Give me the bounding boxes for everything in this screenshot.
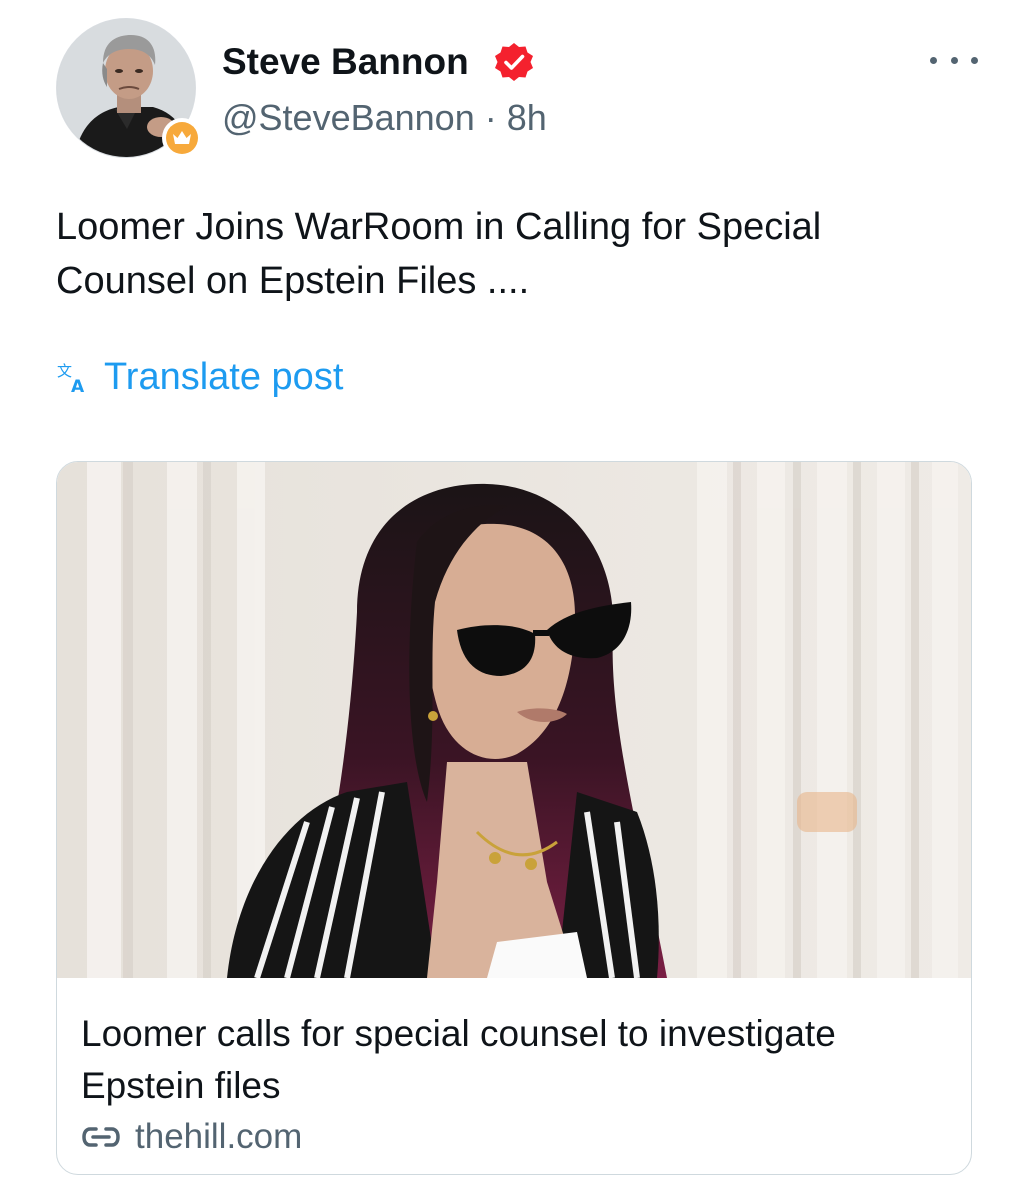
avatar[interactable] [56, 18, 202, 158]
more-horizontal-icon[interactable] [930, 44, 978, 76]
link-card[interactable]: Loomer calls for special counsel to inve… [56, 461, 972, 1175]
article-photo [57, 462, 971, 978]
post-text: Loomer Joins WarRoom in Calling for Spec… [56, 200, 956, 308]
link-card-title-line: Loomer calls for special counsel to inve… [81, 1013, 836, 1054]
translate-icon: 文 A [57, 362, 85, 395]
translate-post-label: Translate post [104, 356, 344, 398]
more-dot [930, 56, 937, 64]
more-dot [971, 56, 978, 64]
author-meta: @SteveBannon · 8h [222, 96, 547, 140]
verified-badge-icon[interactable] [492, 41, 536, 85]
link-card-domain-text: thehill.com [135, 1117, 303, 1156]
svg-text:文: 文 [57, 362, 72, 380]
post: Steve Bannon @SteveBannon · 8h Loomer Jo… [0, 0, 1028, 1200]
link-card-title: Loomer calls for special counsel to inve… [81, 1008, 951, 1112]
post-timestamp[interactable]: 8h [507, 97, 547, 138]
translate-post-button[interactable]: 文 A Translate post [56, 352, 343, 402]
author-display-name[interactable]: Steve Bannon [222, 40, 469, 84]
link-card-domain: thehill.com [81, 1115, 302, 1159]
link-icon [82, 1127, 120, 1147]
post-text-line: Counsel on Epstein Files .... [56, 260, 530, 302]
link-card-title-line: Epstein files [81, 1065, 281, 1106]
svg-text:A: A [71, 377, 85, 395]
meta-separator: · [484, 97, 497, 138]
crown-icon [166, 122, 198, 154]
affiliate-badge[interactable] [162, 118, 202, 158]
post-text-line: Loomer Joins WarRoom in Calling for Spec… [56, 206, 822, 248]
more-dot [950, 56, 958, 64]
author-handle[interactable]: @SteveBannon [222, 97, 475, 138]
